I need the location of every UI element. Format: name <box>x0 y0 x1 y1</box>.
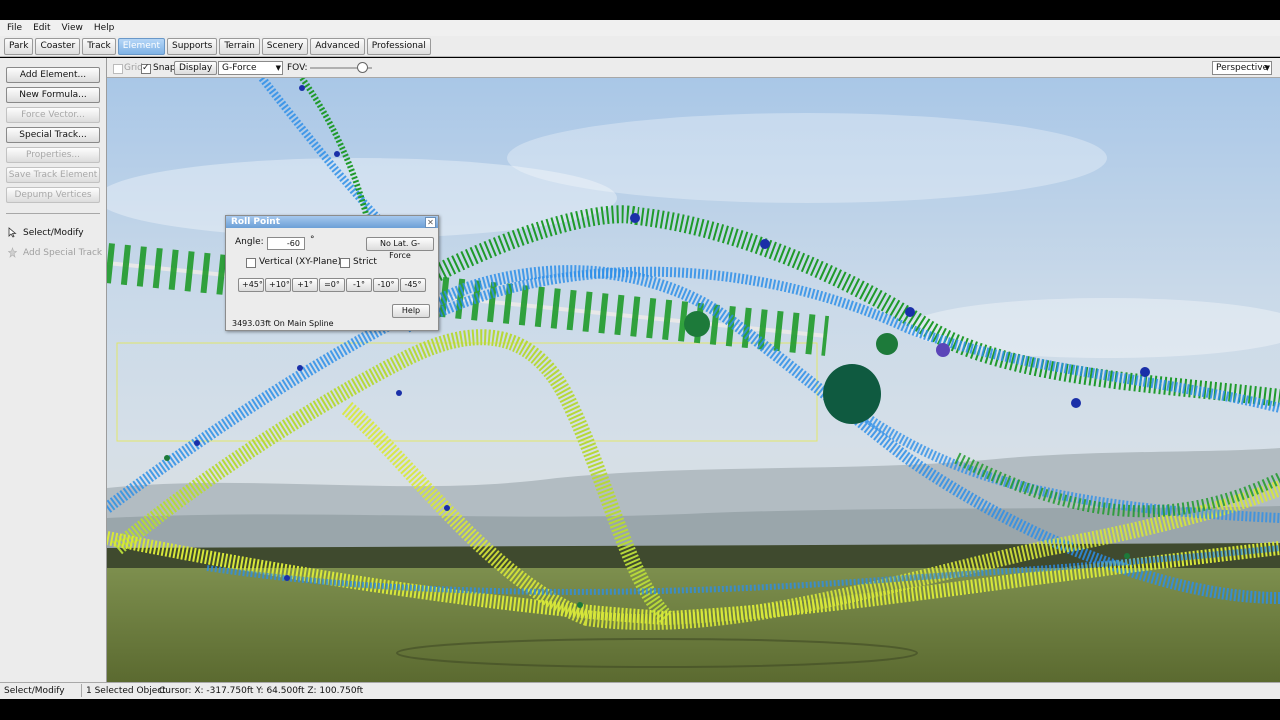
menu-file[interactable]: File <box>7 23 22 33</box>
close-icon[interactable]: ✕ <box>425 217 436 228</box>
fov-label: FOV: <box>287 63 308 73</box>
snap-checkbox[interactable] <box>141 62 151 74</box>
roll-plus-10-button[interactable]: +10° <box>265 278 291 292</box>
no-lat-gforce-button[interactable]: No Lat. G-Force <box>366 237 434 260</box>
vertical-checkbox[interactable] <box>246 258 256 268</box>
vertical-label: Vertical (XY-Plane) <box>259 257 342 267</box>
menu-view[interactable]: View <box>62 23 83 33</box>
status-bar: Select/Modify 1 Selected Object Cursor: … <box>0 682 1280 699</box>
grid-checkbox[interactable] <box>113 64 123 74</box>
tab-terrain[interactable]: Terrain <box>219 37 260 55</box>
tool-select-modify[interactable]: Select/Modify <box>8 227 84 238</box>
tab-supports[interactable]: Supports <box>167 37 218 55</box>
new-formula-button[interactable]: New Formula... <box>6 87 100 103</box>
roll-minus-1-button[interactable]: -1° <box>346 278 372 292</box>
status-mode: Select/Modify <box>4 686 65 696</box>
add-element-button[interactable]: Add Element... <box>6 67 100 83</box>
view-value: Perspective <box>1216 63 1269 73</box>
window-top-bar <box>0 0 1280 20</box>
strict-label: Strict <box>353 257 377 267</box>
display-mode-value: G-Force Comb <box>222 63 257 73</box>
status-selection: 1 Selected Object <box>86 686 166 696</box>
depump-vertices-button[interactable]: Depump Vertices <box>6 187 100 203</box>
special-track-button[interactable]: Special Track... <box>6 127 100 143</box>
menu-bar: File Edit View Help <box>0 20 1280 36</box>
help-button[interactable]: Help <box>392 304 430 318</box>
ground <box>107 568 1280 682</box>
roll-minus-45-button[interactable]: -45° <box>400 278 426 292</box>
display-mode-select[interactable]: G-Force Comb ▼ <box>218 61 283 75</box>
tab-advanced[interactable]: Advanced <box>310 37 365 55</box>
angle-unit: ° <box>310 235 315 245</box>
view-toolbar: Grid Snap Display G-Force Comb ▼ FOV: Pe… <box>107 58 1280 78</box>
snap-label: Snap <box>153 63 176 73</box>
strict-checkbox[interactable] <box>340 258 350 268</box>
window-bottom-bar <box>0 699 1280 720</box>
tab-professional[interactable]: Professional <box>366 37 431 55</box>
fov-slider-handle[interactable] <box>356 62 368 73</box>
menu-help[interactable]: Help <box>94 23 115 33</box>
chevron-down-icon: ▼ <box>275 64 281 72</box>
tab-scenery[interactable]: Scenery <box>261 37 309 55</box>
properties-button[interactable]: Properties... <box>6 147 100 163</box>
sidebar-divider <box>6 213 100 214</box>
chevron-down-icon: ▼ <box>1264 64 1270 72</box>
tab-element[interactable]: Element <box>117 37 166 55</box>
menu-edit[interactable]: Edit <box>33 23 50 33</box>
roll-minus-10-button[interactable]: -10° <box>373 278 399 292</box>
tab-park[interactable]: Park <box>4 37 34 55</box>
tool-add-special-track-label: Add Special Track <box>23 247 103 258</box>
tab-track[interactable]: Track <box>82 37 116 55</box>
tool-select-modify-label: Select/Modify <box>23 227 84 238</box>
3d-viewport[interactable] <box>107 78 1280 682</box>
angle-input[interactable]: -60 <box>267 237 305 250</box>
spline-position-text: 3493.03ft On Main Spline <box>232 319 334 328</box>
tool-add-special-track[interactable]: Add Special Track <box>8 247 102 258</box>
roll-zero-button[interactable]: =0° <box>319 278 345 292</box>
save-track-element-button[interactable]: Save Track Element <box>6 167 100 183</box>
view-select[interactable]: Perspective ▼ <box>1212 61 1272 75</box>
status-divider <box>81 684 82 697</box>
roll-plus-1-button[interactable]: +1° <box>292 278 318 292</box>
force-vector-button[interactable]: Force Vector... <box>6 107 100 123</box>
dialog-title: Roll Point <box>226 216 438 228</box>
cloud <box>507 113 1107 203</box>
tab-bar: Park Coaster Track Element Supports Terr… <box>0 36 1280 57</box>
status-cursor: Cursor: X: -317.750ft Y: 64.500ft Z: 100… <box>159 686 364 696</box>
scene-render[interactable] <box>107 78 1280 682</box>
display-button[interactable]: Display <box>174 61 218 75</box>
sidebar: Add Element... New Formula... Force Vect… <box>0 58 107 682</box>
angle-label: Angle: <box>235 237 264 247</box>
add-special-track-icon <box>8 247 17 258</box>
cursor-arrow-icon <box>8 227 17 238</box>
roll-plus-45-button[interactable]: +45° <box>238 278 264 292</box>
tab-coaster[interactable]: Coaster <box>35 37 81 55</box>
roll-point-dialog: Roll Point ✕ Angle: -60 ° No Lat. G-Forc… <box>225 215 439 331</box>
